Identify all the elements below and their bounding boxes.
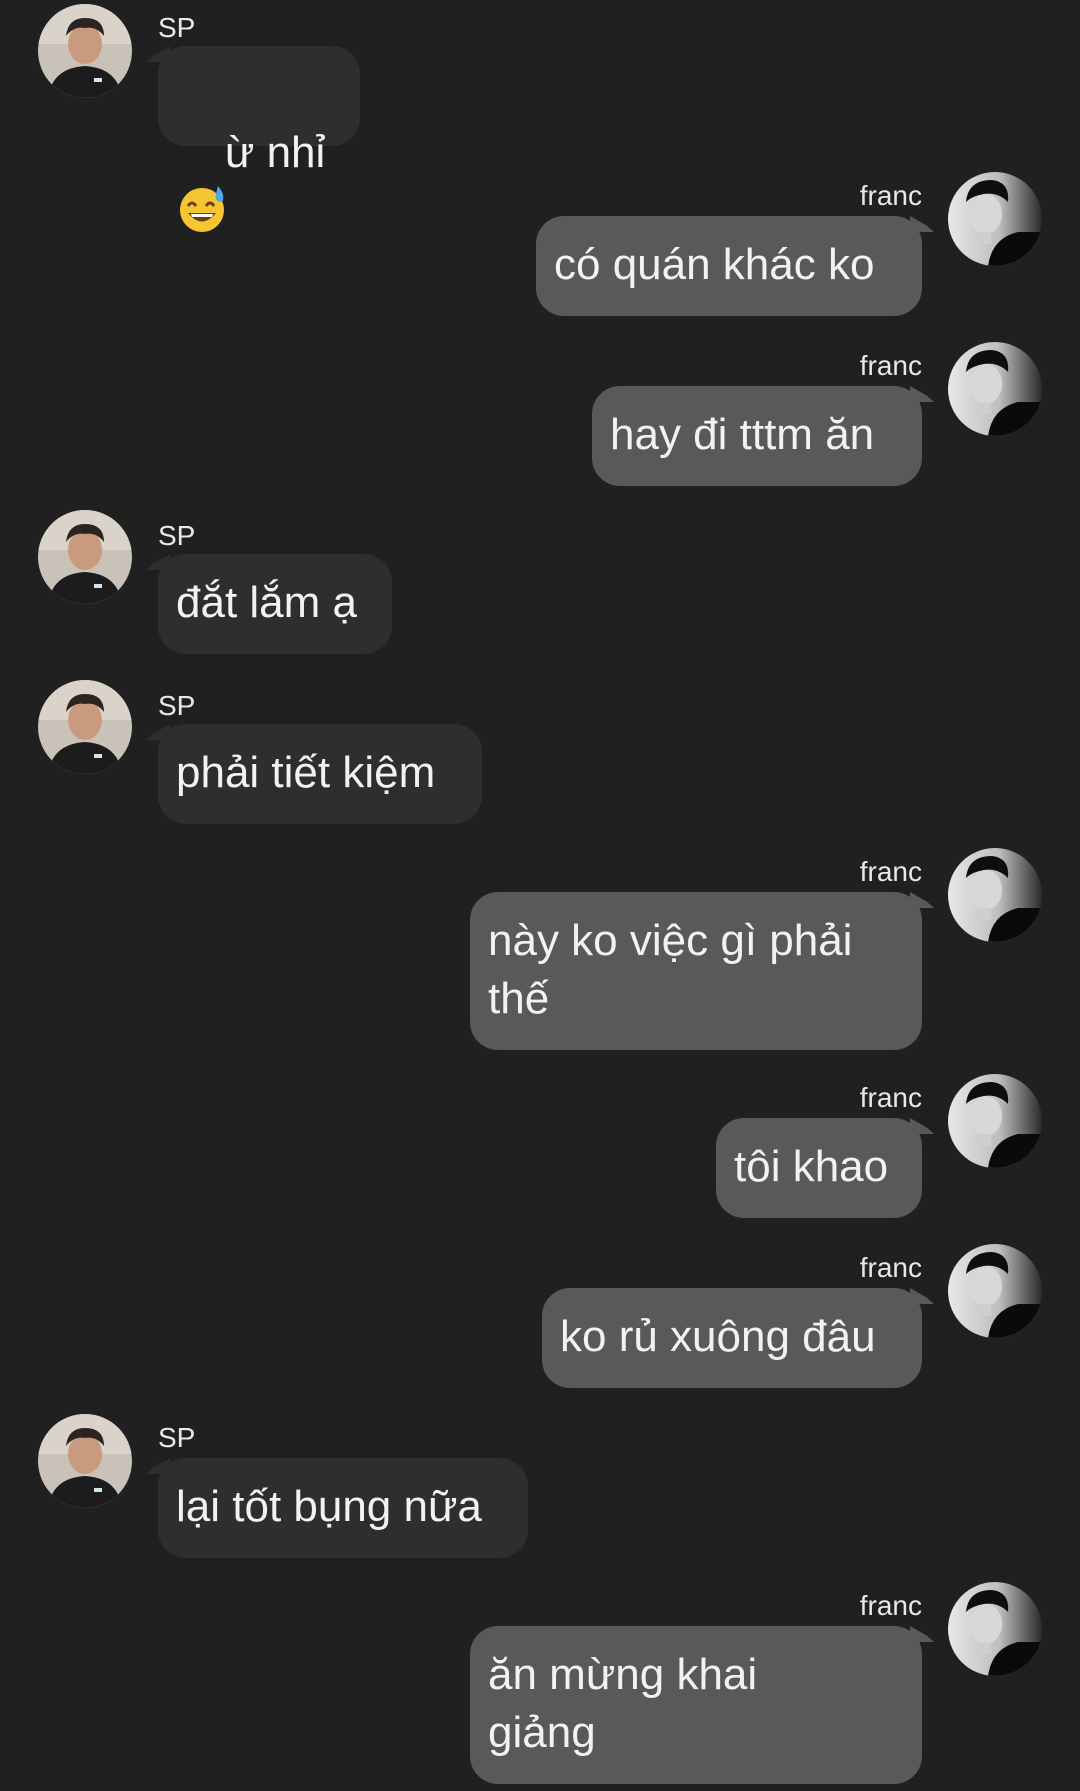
sp-avatar[interactable] [38,510,132,604]
sp-avatar-photo [38,680,132,774]
sp-avatar-photo [38,4,132,98]
message-bubble[interactable]: ko rủ xuông đâu [542,1288,922,1388]
franc-avatar[interactable] [948,342,1042,436]
sender-name: franc [859,1252,922,1283]
franc-avatar[interactable] [948,1074,1042,1168]
sp-avatar[interactable] [38,4,132,98]
message-bubble[interactable]: ăn mừng khai giảng [470,1626,922,1784]
message-bubble[interactable]: tôi khao [716,1118,922,1218]
message-bubble[interactable]: đắt lắm ạ [158,554,392,654]
franc-avatar-photo [948,848,1042,942]
message-text: ừ nhỉ [224,128,326,177]
sender-name: franc [859,1082,922,1113]
sp-avatar-photo [38,510,132,604]
franc-avatar-photo [948,1582,1042,1676]
franc-avatar[interactable] [948,1582,1042,1676]
franc-avatar[interactable] [948,1244,1042,1338]
sender-name: franc [859,856,922,887]
sender-name: franc [859,180,922,211]
sender-name: SP [158,12,196,43]
sp-avatar-photo [38,1414,132,1508]
franc-avatar-photo [948,172,1042,266]
message-bubble[interactable]: ừ nhỉ [158,46,360,232]
message-bubble[interactable]: có quán khác ko [536,216,922,316]
sender-name: SP [158,520,196,551]
message-bubble[interactable]: này ko việc gì phải thế [470,892,922,1050]
franc-avatar[interactable] [948,848,1042,942]
franc-avatar-photo [948,342,1042,436]
sweat-smile-emoji [180,186,224,232]
sender-name: SP [158,690,196,721]
sp-avatar[interactable] [38,1414,132,1508]
sender-name: SP [158,1422,196,1453]
message-bubble[interactable]: hay đi tttm ăn [592,386,922,486]
franc-avatar-photo [948,1074,1042,1168]
sender-name: franc [859,1590,922,1621]
message-bubble[interactable]: lại tốt bụng nữa [158,1458,528,1558]
franc-avatar[interactable] [948,172,1042,266]
franc-avatar-photo [948,1244,1042,1338]
sender-name: franc [859,350,922,381]
message-bubble[interactable]: phải tiết kiệm [158,724,482,824]
sp-avatar[interactable] [38,680,132,774]
